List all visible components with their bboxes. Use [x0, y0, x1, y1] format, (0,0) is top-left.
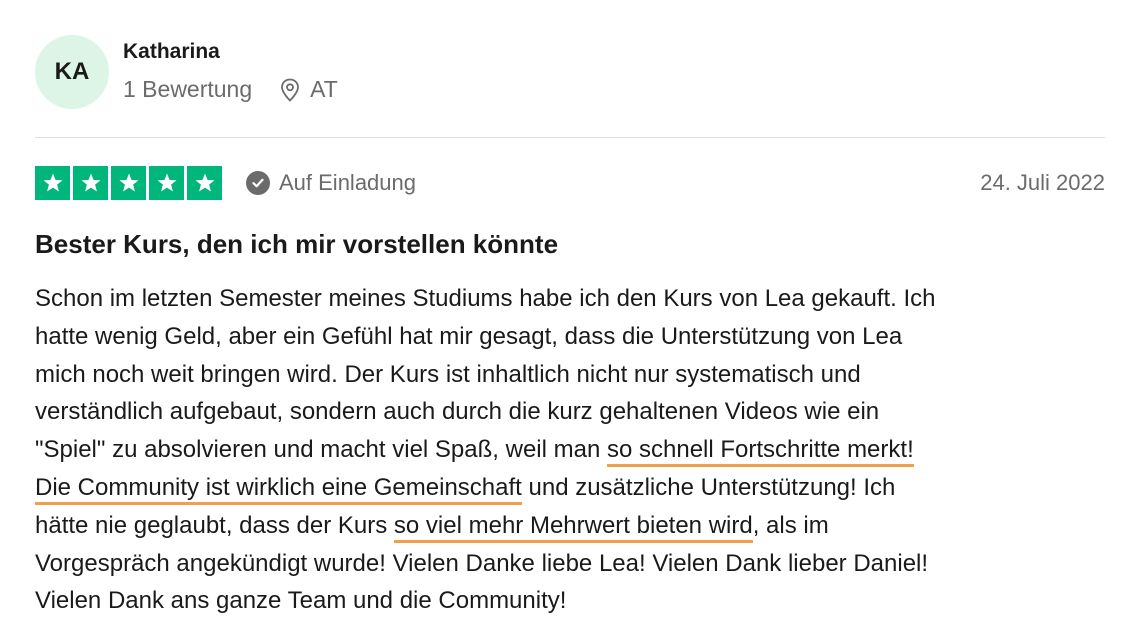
- invited-label: Auf Einladung: [279, 170, 416, 195]
- highlighted-text: so schnell Fortschritte merkt!: [606, 436, 914, 468]
- star-rating: [35, 166, 222, 200]
- star-icon: [35, 166, 70, 200]
- star-icon: [111, 166, 146, 200]
- invited-badge[interactable]: Auf Einladung: [246, 170, 416, 196]
- location-pin-icon: [280, 78, 300, 102]
- check-circle-icon: [246, 171, 270, 195]
- highlighted-text: Die Community ist wirklich eine Gemeinsc…: [35, 473, 522, 505]
- review-text-line: Vielen Dank ans ganze Team und die Commu…: [35, 587, 567, 615]
- review-text-line: hatte wenig Geld, aber ein Gefühl hat mi…: [35, 322, 903, 350]
- review-text-line: verständlich aufgebaut, sondern auch dur…: [35, 398, 880, 426]
- review-text: , als im: [752, 511, 829, 539]
- review-text: und zusätzliche Unterstützung! Ich: [521, 473, 896, 501]
- highlighted-text: so viel mehr Mehrwert bieten wird: [393, 511, 753, 543]
- review-text-line: hätte nie geglaubt, dass der Kurs so vie…: [35, 507, 1115, 545]
- star-icon: [187, 166, 222, 200]
- reviewer-name[interactable]: Katharina: [123, 40, 220, 64]
- star-icon: [149, 166, 184, 200]
- review-title[interactable]: Bester Kurs, den ich mir vorstellen könn…: [35, 229, 558, 260]
- review-text-line: Die Community ist wirklich eine Gemeinsc…: [35, 469, 1115, 507]
- avatar[interactable]: KA: [35, 35, 109, 109]
- star-icon: [73, 166, 108, 200]
- reviewer-country: AT: [310, 76, 338, 102]
- review-text: hätte nie geglaubt, dass der Kurs: [35, 511, 394, 539]
- review-text-line: Vorgespräch angekündigt wurde! Vielen Da…: [35, 549, 929, 577]
- review-count: 1 Bewertung: [123, 76, 253, 102]
- review-body: Schon im letzten Semester meines Studium…: [35, 280, 1115, 620]
- reviewer-meta: 1 Bewertung AT: [123, 76, 338, 103]
- divider: [35, 137, 1105, 138]
- rating-row: Auf Einladung 24. Juli 2022: [35, 166, 1105, 200]
- review-text-line: "Spiel" zu absolvieren und macht viel Sp…: [35, 431, 1115, 469]
- review-text-line: mich noch weit bringen wird. Der Kurs is…: [35, 360, 861, 388]
- review-date: 24. Juli 2022: [980, 170, 1105, 195]
- review-text: "Spiel" zu absolvieren und macht viel Sp…: [35, 436, 607, 464]
- reviewer-header: KA Katharina 1 Bewertung AT: [35, 35, 1105, 110]
- review-text-line: Schon im letzten Semester meines Studium…: [35, 285, 936, 312]
